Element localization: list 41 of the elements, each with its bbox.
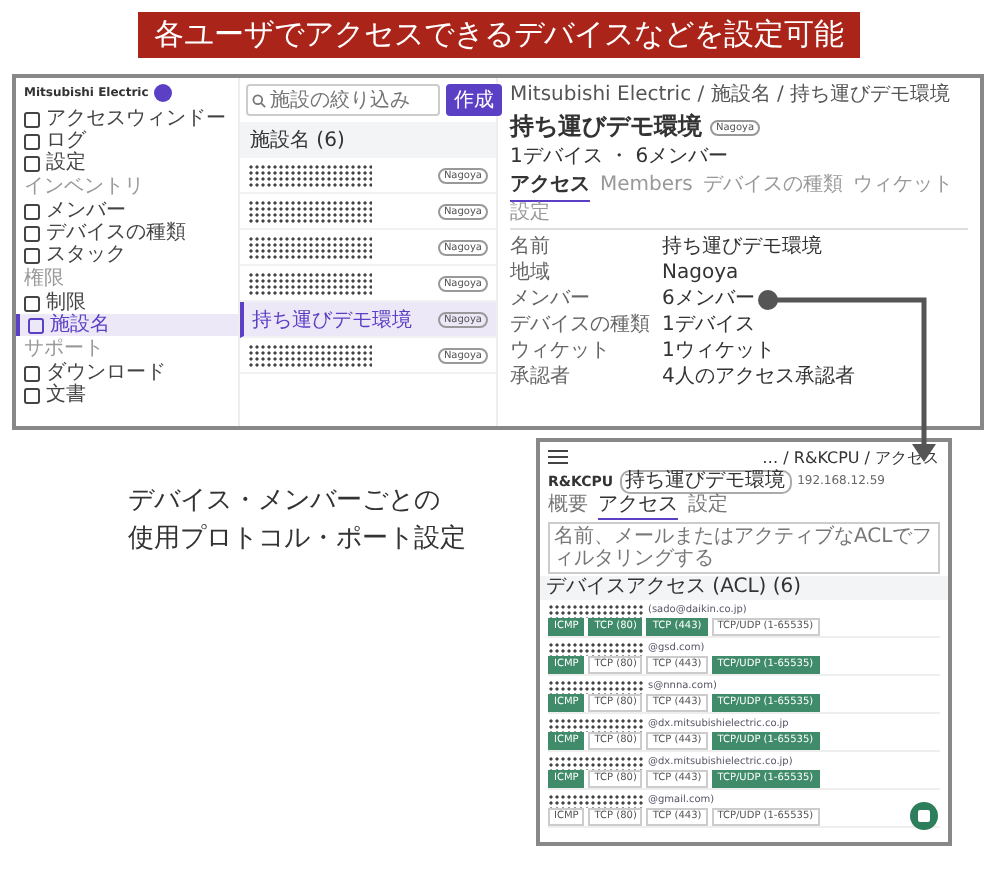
sidebar-item[interactable]: スタック (16, 244, 238, 266)
field-label: デバイスの種類 (510, 314, 652, 338)
banner-title: 各ユーザでアクセスできるデバイスなどを設定可能 (138, 12, 860, 58)
field-value: 持ち運びデモ環境 (662, 236, 824, 260)
sidebar-item[interactable]: アクセスウィンドー (16, 108, 238, 130)
sidebar-item[interactable]: 文書 (16, 384, 238, 406)
field-label: 承認者 (510, 366, 572, 390)
sidebar-item[interactable]: ログ (16, 130, 238, 152)
field-value: 6メンバー (662, 288, 757, 312)
field-label: 地域 (510, 262, 552, 286)
sidebar-item[interactable]: デバイスの種類 (16, 222, 238, 244)
list-header: 施設名 (6) (240, 122, 496, 158)
field-label: ウィケット (510, 340, 612, 364)
sidebar-item[interactable]: 施設名 (16, 314, 238, 336)
field-value: 1ウィケット (662, 340, 777, 364)
subtitle: 1デバイス ・ 6メンバー (510, 146, 731, 170)
filter-field[interactable]: 名前、メールまたはアクティブなACLでフィルタリングする (548, 522, 940, 574)
sidebar-item[interactable]: メンバー (16, 200, 238, 222)
tab[interactable]: 概要 (548, 494, 588, 520)
tab[interactable]: アクセス (510, 174, 590, 202)
caption-text: デバイス・メンバーごとの (128, 484, 442, 520)
field-value: 4人のアクセス承認者 (662, 366, 857, 390)
field-value: Nagoya (662, 262, 741, 286)
field-value: 1デバイス (662, 314, 757, 338)
facility-name: 持ち運びデモ環境 (252, 307, 412, 333)
tab[interactable]: 設定 (688, 494, 728, 520)
sidebar-item[interactable]: ダウンロード (16, 362, 238, 384)
section-heading: インベントリ (22, 174, 146, 200)
sidebar-item[interactable]: 制限 (16, 292, 238, 314)
caption-text: 使用プロトコル・ポート設定 (128, 522, 468, 558)
field-label: メンバー (510, 288, 592, 312)
field-label: 名前 (510, 236, 552, 260)
section-heading: 権限 (22, 266, 66, 291)
create-button[interactable]: 作成 (446, 84, 502, 116)
tab[interactable]: アクセス (598, 494, 678, 520)
facility-tag: 持ち運びデモ環境 (619, 469, 792, 493)
page-title: 持ち運びデモ環境 (510, 110, 702, 144)
section-header: デバイスアクセス (ACL) (6) (546, 576, 802, 598)
breadcrumb: Mitsubishi Electric / 施設名 / 持ち運びデモ環境 (510, 84, 953, 108)
sidebar-item[interactable]: 設定 (16, 152, 238, 174)
section-heading: サポート (22, 336, 106, 362)
